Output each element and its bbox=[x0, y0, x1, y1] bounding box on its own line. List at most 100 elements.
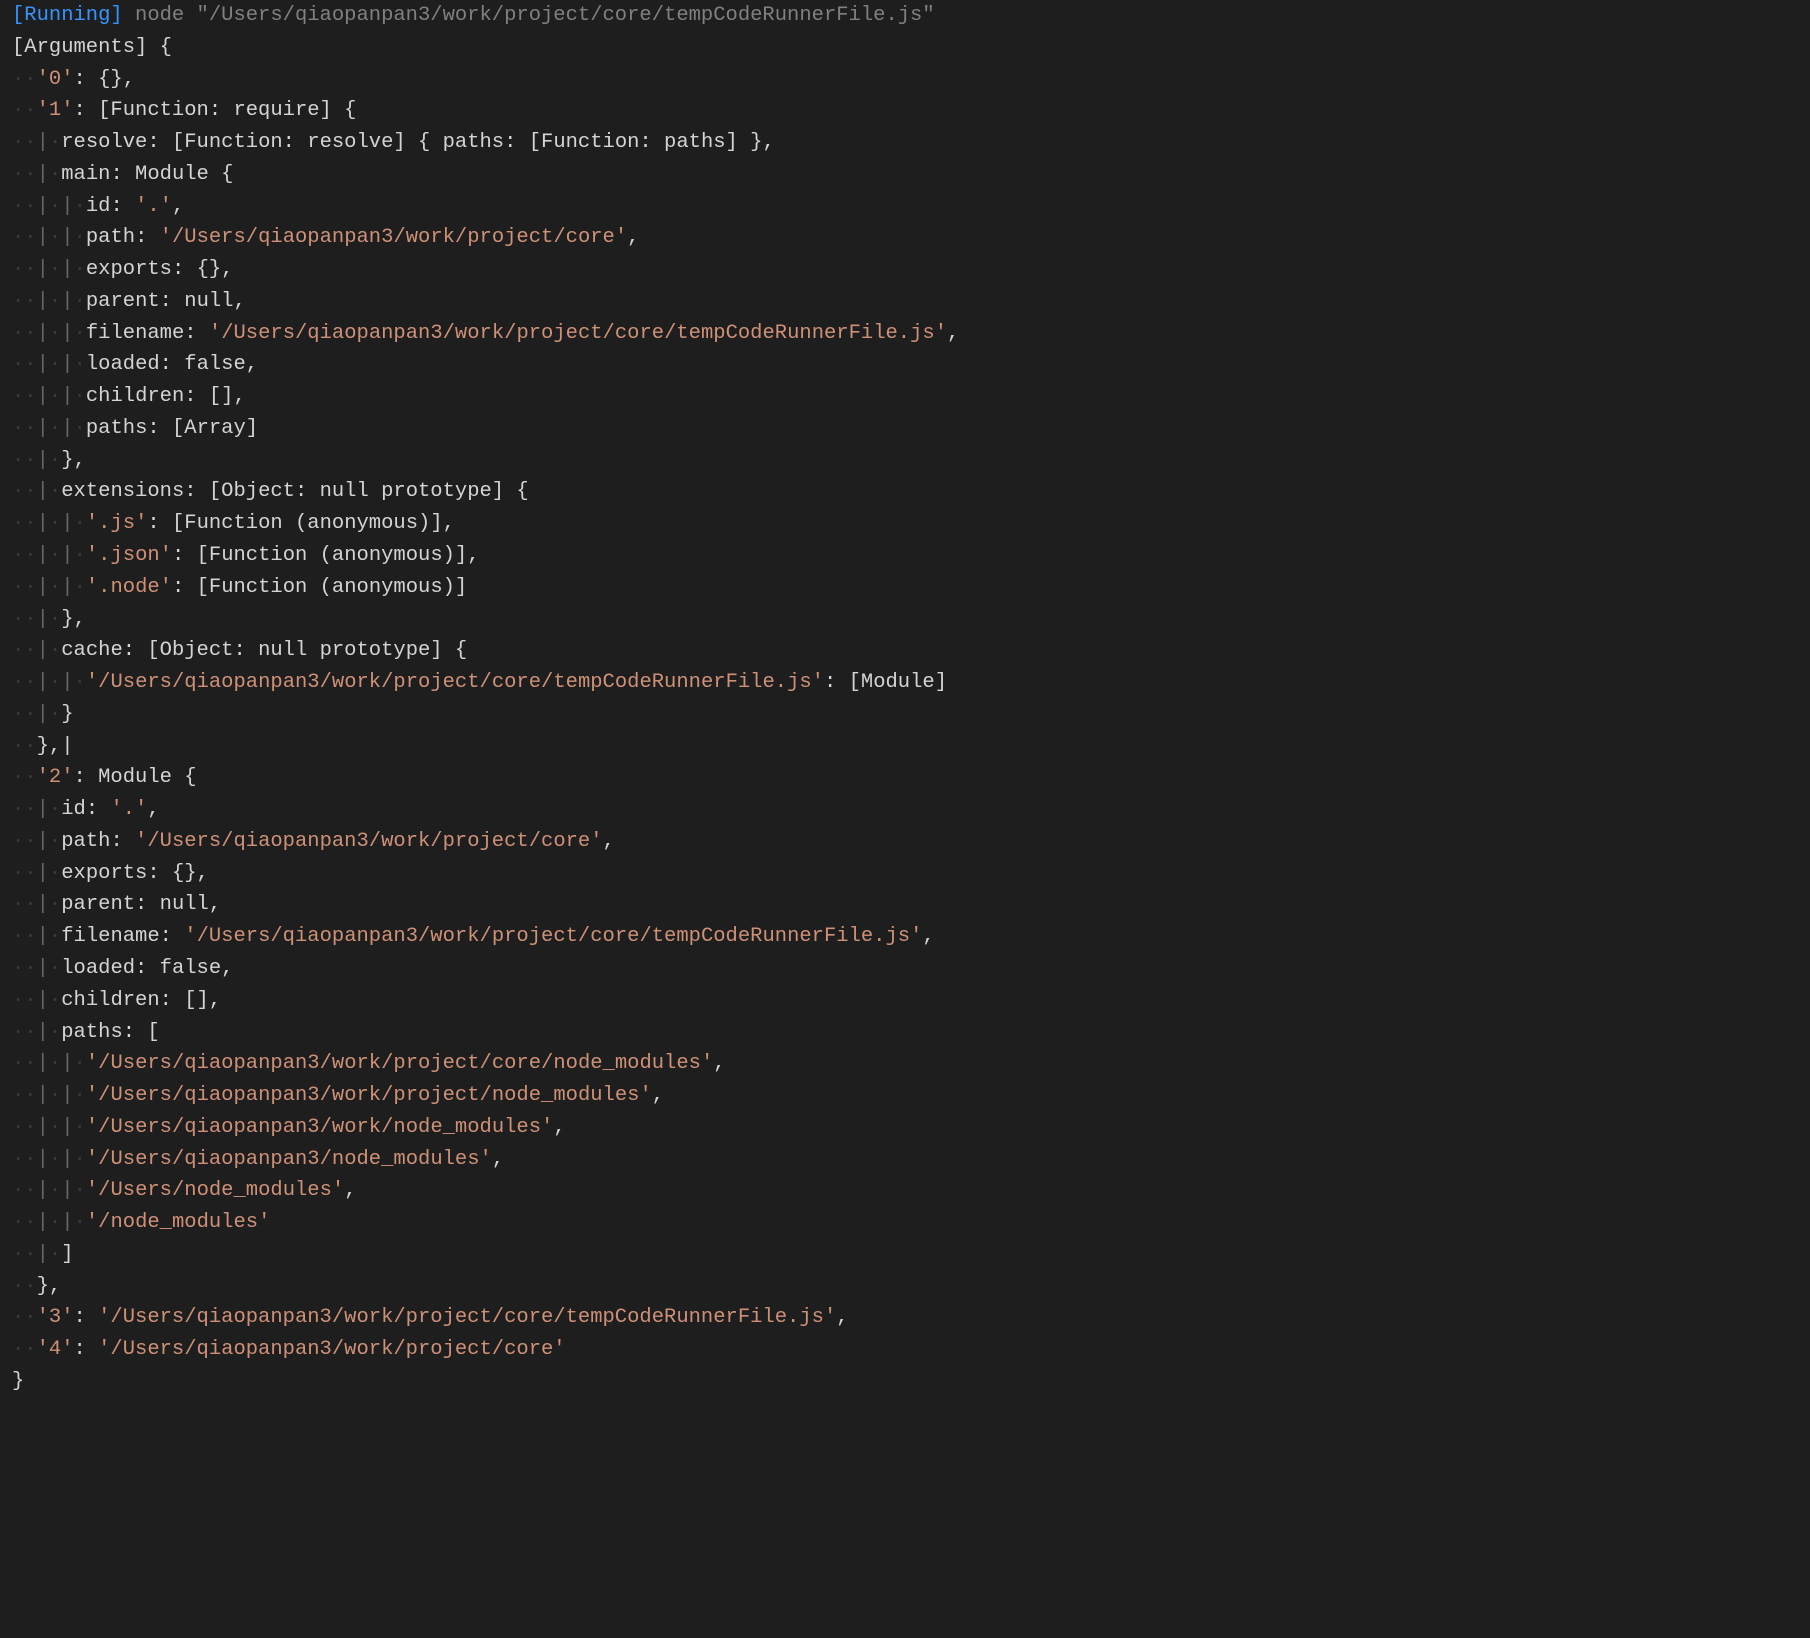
line-content: children: [], bbox=[86, 381, 246, 413]
output-line: ··|·exports: {}, bbox=[0, 858, 1810, 890]
output-line: ··|·|·id: '.', bbox=[0, 191, 1810, 223]
line-content: ] bbox=[61, 1239, 73, 1271]
line-content: },| bbox=[37, 731, 74, 763]
string-literal: '.js' bbox=[86, 512, 148, 535]
string-literal: '/Users/qiaopanpan3/work/project/core' bbox=[98, 1338, 565, 1361]
line-content: } bbox=[61, 699, 73, 731]
line-content: exports: {}, bbox=[86, 254, 234, 286]
output-line: ··}, bbox=[0, 1271, 1810, 1303]
line-content: parent: null, bbox=[61, 889, 221, 921]
string-literal: '.' bbox=[135, 195, 172, 218]
line-content: '/Users/qiaopanpan3/node_modules', bbox=[86, 1144, 504, 1176]
line-content: loaded: false, bbox=[61, 953, 233, 985]
output-line: ··|·|·'/Users/qiaopanpan3/work/project/c… bbox=[0, 667, 1810, 699]
output-line: ··'4': '/Users/qiaopanpan3/work/project/… bbox=[0, 1334, 1810, 1366]
line-content: }, bbox=[61, 445, 86, 477]
line-content: resolve: [Function: resolve] { paths: [F… bbox=[61, 127, 775, 159]
indent-guide: ··|·|· bbox=[12, 1048, 86, 1080]
output-line: ··|·|·paths: [Array] bbox=[0, 413, 1810, 445]
line-content: '/Users/qiaopanpan3/work/project/node_mo… bbox=[86, 1080, 664, 1112]
output-line: ··'2': Module { bbox=[0, 762, 1810, 794]
line-content: '/node_modules' bbox=[86, 1207, 271, 1239]
string-literal: '/Users/qiaopanpan3/work/project/core/te… bbox=[184, 925, 922, 948]
string-literal: '.node' bbox=[86, 576, 172, 599]
indent-guide: ··|· bbox=[12, 635, 61, 667]
indent-guide: ··|·|· bbox=[12, 1175, 86, 1207]
line-content: filename: '/Users/qiaopanpan3/work/proje… bbox=[61, 921, 934, 953]
output-line: ··|·loaded: false, bbox=[0, 953, 1810, 985]
line-content: '0': {}, bbox=[37, 64, 135, 96]
string-literal: '/Users/qiaopanpan3/work/project/core' bbox=[160, 226, 627, 249]
line-content: '/Users/node_modules', bbox=[86, 1175, 357, 1207]
line-content: paths: [Array] bbox=[86, 413, 258, 445]
indent-guide: ··|· bbox=[12, 953, 61, 985]
indent-guide: ··|· bbox=[12, 604, 61, 636]
indent-guide: ··|·|· bbox=[12, 318, 86, 350]
running-tag: [Running] bbox=[12, 0, 123, 32]
output-line: ··|·id: '.', bbox=[0, 794, 1810, 826]
output-line: ··|·|·'/Users/node_modules', bbox=[0, 1175, 1810, 1207]
indent-guide: ··|·|· bbox=[12, 222, 86, 254]
terminal-output[interactable]: [Running] node "/Users/qiaopanpan3/work/… bbox=[0, 0, 1810, 1398]
indent-guide: ·· bbox=[12, 64, 37, 96]
output-line: ··|·}, bbox=[0, 445, 1810, 477]
indent-guide: ··|· bbox=[12, 127, 61, 159]
output-line: ··|·|·path: '/Users/qiaopanpan3/work/pro… bbox=[0, 222, 1810, 254]
output-line: ··|·|·'.node': [Function (anonymous)] bbox=[0, 572, 1810, 604]
indent-guide: ·· bbox=[12, 731, 37, 763]
string-literal: '/Users/qiaopanpan3/work/project/core/te… bbox=[86, 671, 824, 694]
line-content: exports: {}, bbox=[61, 858, 209, 890]
indent-guide: ··|· bbox=[12, 858, 61, 890]
output-line: ··|·children: [], bbox=[0, 985, 1810, 1017]
string-literal: '/Users/qiaopanpan3/work/project/core/te… bbox=[98, 1306, 836, 1329]
output-line: ··|·paths: [ bbox=[0, 1017, 1810, 1049]
string-literal: '3' bbox=[37, 1306, 74, 1329]
string-literal: '/Users/qiaopanpan3/work/project/core/no… bbox=[86, 1052, 713, 1075]
line-content: loaded: false, bbox=[86, 349, 258, 381]
line-content: '3': '/Users/qiaopanpan3/work/project/co… bbox=[37, 1302, 849, 1334]
line-content: '.node': [Function (anonymous)] bbox=[86, 572, 467, 604]
indent-guide: ··|· bbox=[12, 889, 61, 921]
indent-guide: ··|·|· bbox=[12, 413, 86, 445]
output-line: ··'3': '/Users/qiaopanpan3/work/project/… bbox=[0, 1302, 1810, 1334]
indent-guide: ··|· bbox=[12, 826, 61, 858]
output-line: ··|·|·'/node_modules' bbox=[0, 1207, 1810, 1239]
indent-guide: ··|·|· bbox=[12, 572, 86, 604]
line-content: }, bbox=[61, 604, 86, 636]
output-line: [Arguments] { bbox=[0, 32, 1810, 64]
indent-guide: ··|· bbox=[12, 1017, 61, 1049]
output-line: ··|·}, bbox=[0, 604, 1810, 636]
string-literal: '/Users/qiaopanpan3/work/project/core' bbox=[135, 830, 602, 853]
indent-guide: ··|·|· bbox=[12, 381, 86, 413]
string-literal: '.json' bbox=[86, 544, 172, 567]
line-content: children: [], bbox=[61, 985, 221, 1017]
indent-guide: ·· bbox=[12, 762, 37, 794]
indent-guide: ··|·|· bbox=[12, 1144, 86, 1176]
string-literal: '/Users/qiaopanpan3/work/node_modules' bbox=[86, 1116, 553, 1139]
output-line: ··|·cache: [Object: null prototype] { bbox=[0, 635, 1810, 667]
indent-guide: ··|· bbox=[12, 1239, 61, 1271]
output-line: ··|·|·'/Users/qiaopanpan3/work/project/n… bbox=[0, 1080, 1810, 1112]
line-content: parent: null, bbox=[86, 286, 246, 318]
indent-guide: ··|·|· bbox=[12, 540, 86, 572]
output-line: ··'0': {}, bbox=[0, 64, 1810, 96]
command-text: node "/Users/qiaopanpan3/work/project/co… bbox=[135, 0, 935, 32]
string-literal: '/Users/qiaopanpan3/node_modules' bbox=[86, 1148, 492, 1171]
indent-guide: ··|· bbox=[12, 445, 61, 477]
indent-guide: ··|·|· bbox=[12, 1080, 86, 1112]
line-content: id: '.', bbox=[86, 191, 184, 223]
line-content: extensions: [Object: null prototype] { bbox=[61, 476, 528, 508]
line-content: '/Users/qiaopanpan3/work/project/core/te… bbox=[86, 667, 947, 699]
output-line: ··|·|·'/Users/qiaopanpan3/work/project/c… bbox=[0, 1048, 1810, 1080]
indent-guide: ·· bbox=[12, 1334, 37, 1366]
indent-guide: ··|· bbox=[12, 794, 61, 826]
line-content: '/Users/qiaopanpan3/work/node_modules', bbox=[86, 1112, 566, 1144]
output-line: ··|·|·'/Users/qiaopanpan3/node_modules', bbox=[0, 1144, 1810, 1176]
line-content: path: '/Users/qiaopanpan3/work/project/c… bbox=[86, 222, 640, 254]
output-line: ··|·main: Module { bbox=[0, 159, 1810, 191]
output-line: ··|·|·'.js': [Function (anonymous)], bbox=[0, 508, 1810, 540]
indent-guide: ··|·|· bbox=[12, 254, 86, 286]
indent-guide: ··|· bbox=[12, 476, 61, 508]
string-literal: '/Users/qiaopanpan3/work/project/core/te… bbox=[209, 322, 947, 345]
indent-guide: ··|·|· bbox=[12, 1207, 86, 1239]
